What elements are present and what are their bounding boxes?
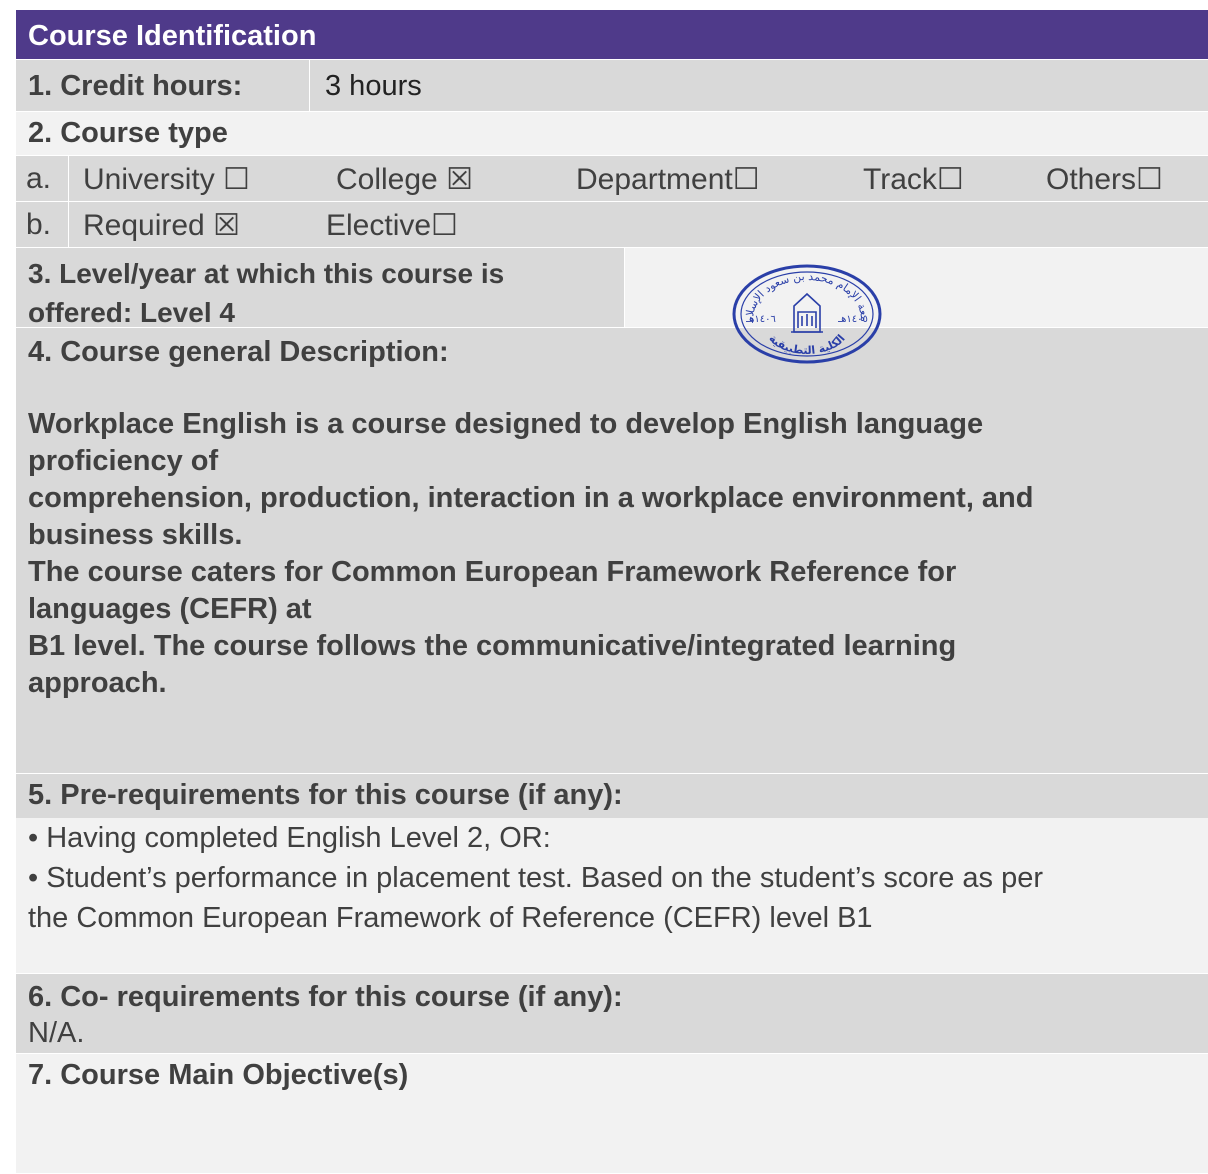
row-b-marker: b.	[26, 208, 52, 241]
stamp-bottom-text: الكلية التطبيقية	[766, 332, 847, 357]
course-type-b-row: b. Required ☒ Elective☐	[16, 202, 1208, 248]
course-type-a-row: a. University ☐ College ☒ Department☐ Tr…	[16, 156, 1208, 202]
course-type-label: 2. Course type	[28, 117, 228, 149]
credit-hours-row: 1. Credit hours: 3 hours	[16, 60, 1208, 112]
credit-hours-value: 3 hours	[325, 70, 422, 102]
prereq-line: • Student’s performance in placement tes…	[28, 862, 1043, 894]
description-line: proficiency of	[28, 445, 219, 477]
coreq-row: 6. Co- requirements for this course (if …	[16, 974, 1208, 1054]
level-line-2: offered: Level 4	[28, 297, 235, 328]
objectives-body: 7. Course Main Objective(s)	[16, 1054, 1208, 1092]
option-others[interactable]: Others☐	[1046, 162, 1163, 197]
credit-hours-value-cell: 3 hours	[309, 60, 1208, 111]
objectives-row: 7. Course Main Objective(s)	[16, 1054, 1208, 1174]
description-line: The course caters for Common European Fr…	[28, 556, 957, 588]
option-university[interactable]: University ☐	[83, 162, 250, 197]
level-label-cell: 3. Level/year at which this course is of…	[16, 248, 624, 328]
coreq-value: N/A.	[28, 1017, 85, 1049]
prereq-body: • Having completed English Level 2, OR: …	[16, 818, 1208, 938]
prereq-label: 5. Pre-requirements for this course (if …	[28, 779, 623, 811]
stamp-right-year: ١٤٠٥هـ	[837, 314, 868, 325]
course-type-row: 2. Course type	[16, 112, 1208, 156]
section-title: Course Identification	[28, 20, 317, 52]
prereq-label-band: 5. Pre-requirements for this course (if …	[16, 774, 1208, 818]
credit-hours-label: 1. Credit hours:	[28, 70, 243, 102]
description-line: languages (CEFR) at	[28, 593, 312, 625]
svg-text:الكلية التطبيقية: الكلية التطبيقية	[766, 332, 847, 357]
stamp-left-year: ١٤٠٦هـ	[745, 314, 776, 325]
description-line: Workplace English is a course designed t…	[28, 408, 984, 440]
course-identification-form: Course Identification 1. Credit hours: 3…	[16, 10, 1208, 1174]
objectives-label: 7. Course Main Objective(s)	[28, 1059, 409, 1091]
description-line: comprehension, production, interaction i…	[28, 482, 1034, 514]
description-line: B1 level. The course follows the communi…	[28, 630, 957, 662]
prereq-row: 5. Pre-requirements for this course (if …	[16, 774, 1208, 974]
option-department[interactable]: Department☐	[576, 162, 760, 197]
section-header: Course Identification	[16, 10, 1208, 60]
coreq-body: 6. Co- requirements for this course (if …	[16, 974, 1208, 1051]
option-required[interactable]: Required ☒	[83, 208, 240, 243]
prereq-line: • Having completed English Level 2, OR:	[28, 822, 551, 854]
row-a-marker: a.	[26, 162, 52, 195]
description-line: approach.	[28, 667, 167, 699]
level-row: 3. Level/year at which this course is of…	[16, 248, 1208, 328]
option-college[interactable]: College ☒	[336, 162, 473, 197]
prereq-line: the Common European Framework of Referen…	[28, 902, 873, 934]
coreq-label: 6. Co- requirements for this course (if …	[28, 981, 623, 1013]
college-stamp: جامعة الإمام محمد بن سعود الإسلامية الكل…	[731, 262, 882, 364]
option-track[interactable]: Track☐	[863, 162, 964, 197]
university-emblem-icon	[791, 292, 823, 333]
description-row: 4. Course general Description: Workplace…	[16, 328, 1208, 774]
description-line: business skills.	[28, 519, 243, 551]
description-label: 4. Course general Description:	[28, 336, 449, 368]
level-line-1: 3. Level/year at which this course is	[28, 258, 505, 289]
level-value-cell	[624, 248, 1208, 327]
option-elective[interactable]: Elective☐	[326, 208, 458, 243]
